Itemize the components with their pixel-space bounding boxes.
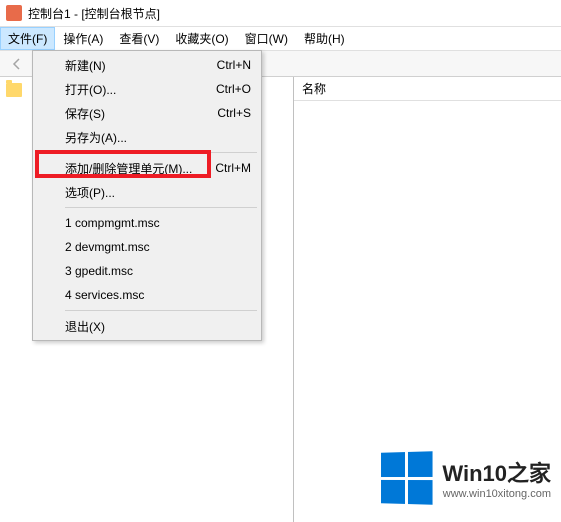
file-menu-dropdown: 新建(N)Ctrl+N 打开(O)...Ctrl+O 保存(S)Ctrl+S 另… bbox=[32, 50, 262, 341]
watermark: Win10之家 www.win10xitong.com bbox=[380, 452, 551, 504]
titlebar: 控制台1 - [控制台根节点] bbox=[0, 0, 561, 27]
menu-window[interactable]: 窗口(W) bbox=[237, 27, 296, 50]
watermark-brand: Win10之家 bbox=[442, 456, 551, 488]
menu-save[interactable]: 保存(S)Ctrl+S bbox=[35, 101, 259, 125]
menu-save-as[interactable]: 另存为(A)... bbox=[35, 125, 259, 149]
menu-add-remove-snapin[interactable]: 添加/删除管理单元(M)...Ctrl+M bbox=[35, 156, 259, 180]
menu-view[interactable]: 查看(V) bbox=[111, 27, 167, 50]
menu-options[interactable]: 选项(P)... bbox=[35, 180, 259, 204]
menu-exit[interactable]: 退出(X) bbox=[35, 314, 259, 338]
menu-separator bbox=[65, 207, 257, 208]
folder-icon bbox=[6, 83, 22, 97]
menu-recent-3[interactable]: 3 gpedit.msc bbox=[35, 259, 259, 283]
menu-file[interactable]: 文件(F) bbox=[0, 27, 55, 50]
menu-recent-1[interactable]: 1 compmgmt.msc bbox=[35, 211, 259, 235]
menu-recent-2[interactable]: 2 devmgmt.msc bbox=[35, 235, 259, 259]
menu-help[interactable]: 帮助(H) bbox=[296, 27, 353, 50]
list-column-header[interactable]: 名称 bbox=[294, 77, 561, 101]
menu-separator bbox=[65, 310, 257, 311]
column-name-label: 名称 bbox=[302, 80, 326, 97]
app-icon bbox=[6, 5, 22, 21]
windows-logo-icon bbox=[381, 451, 433, 505]
watermark-url: www.win10xitong.com bbox=[442, 488, 551, 500]
menu-separator bbox=[65, 152, 257, 153]
menu-open[interactable]: 打开(O)...Ctrl+O bbox=[35, 77, 259, 101]
menu-action[interactable]: 操作(A) bbox=[55, 27, 111, 50]
window-title: 控制台1 - [控制台根节点] bbox=[28, 5, 160, 22]
menu-favorites[interactable]: 收藏夹(O) bbox=[167, 27, 236, 50]
menu-recent-4[interactable]: 4 services.msc bbox=[35, 283, 259, 307]
back-button[interactable] bbox=[6, 53, 28, 75]
menu-new[interactable]: 新建(N)Ctrl+N bbox=[35, 53, 259, 77]
menubar: 文件(F) 操作(A) 查看(V) 收藏夹(O) 窗口(W) 帮助(H) bbox=[0, 27, 561, 51]
